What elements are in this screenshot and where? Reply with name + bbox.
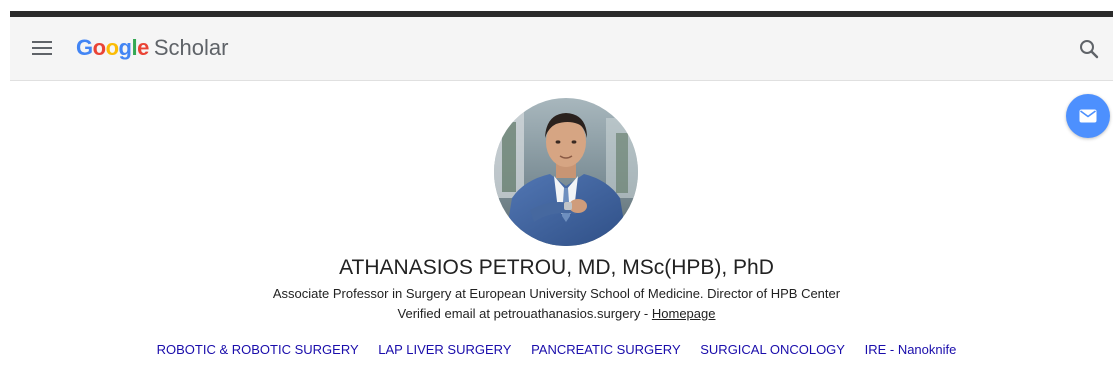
app-header: Google Scholar <box>10 17 1113 81</box>
logo-letter: o <box>92 35 106 60</box>
google-scholar-logo[interactable]: Google Scholar <box>76 33 228 63</box>
research-interests: ROBOTIC & ROBOTIC SURGERY LAP LIVER SURG… <box>0 341 1113 359</box>
profile-affiliation: Associate Professor in Surgery at Europe… <box>272 286 841 301</box>
verified-email-line: Verified email at petrouathanasios.surge… <box>0 305 1113 323</box>
follow-button[interactable] <box>1066 94 1110 138</box>
profile-name: ATHANASIOS PETROU, MD, MSc(HPB), PhD <box>339 256 774 279</box>
interest-link[interactable]: LAP LIVER SURGERY <box>378 342 511 357</box>
envelope-icon <box>1079 109 1097 123</box>
google-wordmark: Google <box>76 35 149 60</box>
scholar-wordmark: Scholar <box>153 35 229 60</box>
search-icon[interactable] <box>1077 37 1101 61</box>
browser-top-strip <box>0 0 1113 17</box>
logo-letter: G <box>76 35 93 60</box>
interest-link[interactable]: IRE - Nanoknife <box>865 342 957 357</box>
logo-letter: e <box>137 35 149 60</box>
logo-letter: g <box>118 35 132 60</box>
homepage-link[interactable]: Homepage <box>652 306 716 321</box>
verified-email-text: Verified email at petrouathanasios.surge… <box>397 306 652 321</box>
hamburger-menu-icon[interactable] <box>32 40 52 56</box>
interest-link[interactable]: PANCREATIC SURGERY <box>531 342 681 357</box>
profile-photo <box>494 98 638 246</box>
interest-link[interactable]: SURGICAL ONCOLOGY <box>700 342 845 357</box>
logo-letter: o <box>105 35 119 60</box>
interest-link[interactable]: ROBOTIC & ROBOTIC SURGERY <box>157 342 359 357</box>
